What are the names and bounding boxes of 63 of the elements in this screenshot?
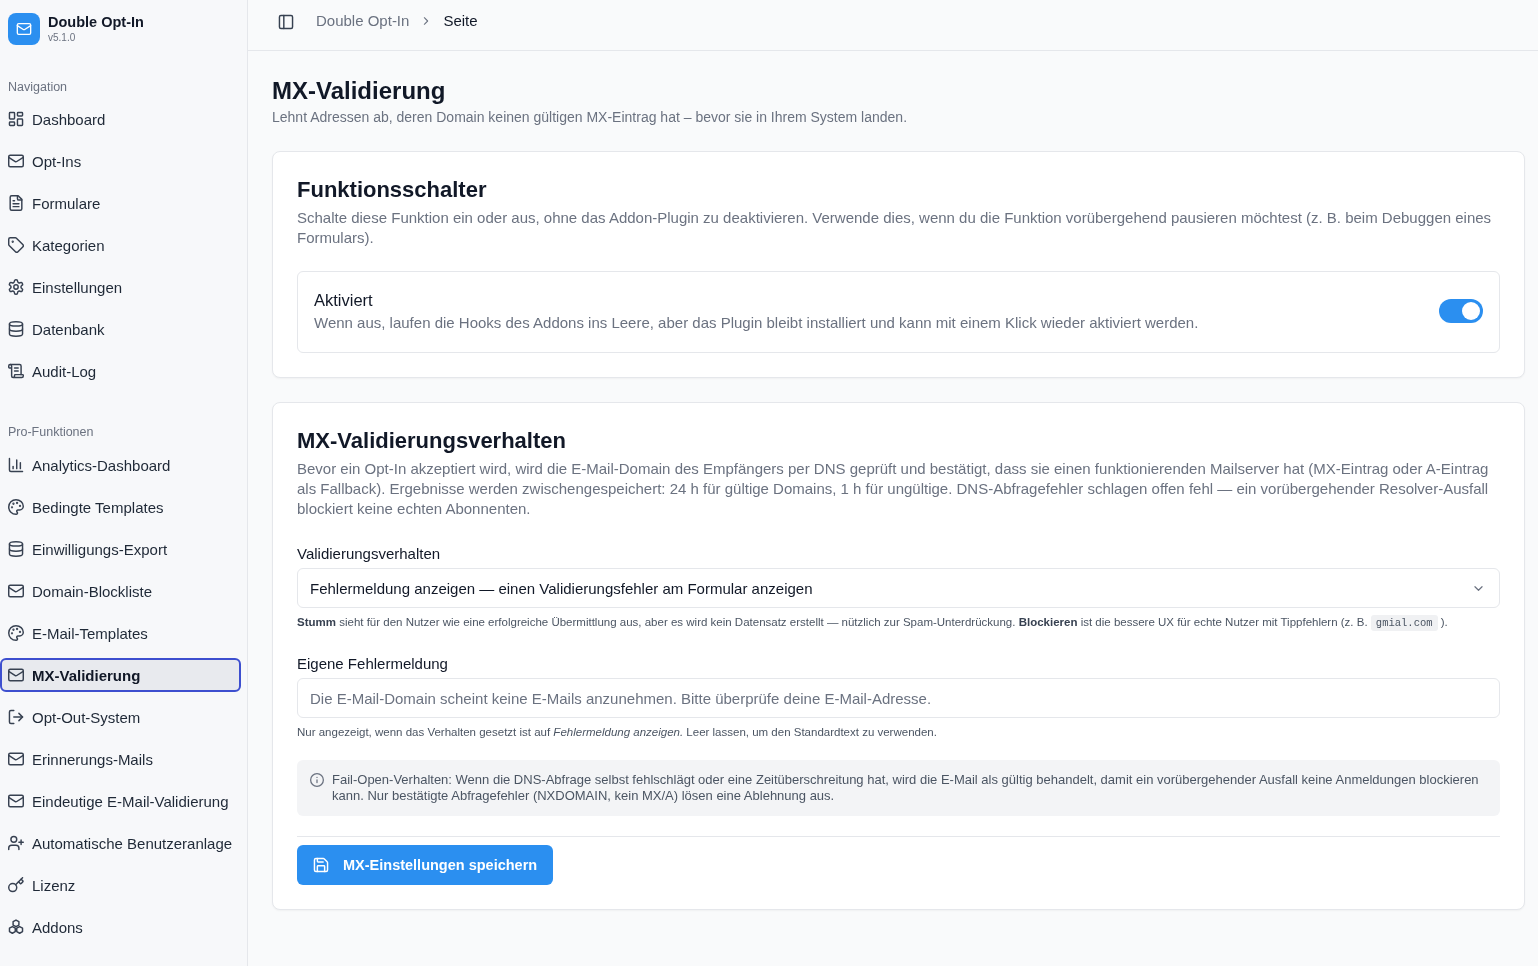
page-subtitle: Lehnt Adressen ab, deren Domain keinen gültigen MX-Eintrag hat – bevor sie in Ihrem System landen. bbox=[272, 108, 909, 127]
sidebar-item[interactable]: Eindeutige E-Mail-Validierung bbox=[0, 784, 241, 818]
dropdown-select[interactable]: Fehlermeldung anzeigen — einen Validierungsfehler am Formular anzeigen bbox=[297, 568, 1500, 608]
toggle-switch[interactable] bbox=[1439, 299, 1483, 323]
cubes-icon bbox=[8, 919, 24, 935]
sidebar-item[interactable]: Einstellungen bbox=[0, 270, 241, 304]
help-text: Stumm sieht für den Nutzer wie eine erfolgreiche Übermittlung aus, aber es wird kein Datensatz erstellt — nützlich zur Spam-Unterdrückung. Blockieren ist die bessere UX für echte Nutzer mit Tippfehlern (z. B. gmial.com ). bbox=[297, 614, 1449, 631]
sidebar-item[interactable]: Analytics-Dashboard bbox=[0, 448, 241, 482]
sidebar-item[interactable]: Automatische Benutzeranlage bbox=[0, 826, 241, 860]
setting-description: Wenn aus, laufen die Hooks des Addons ins Leere, aber das Plugin bleibt installiert und kann mit einem Klick wieder aktiviert werden. bbox=[314, 313, 1200, 333]
key-icon bbox=[8, 877, 24, 893]
breadcrumb-link[interactable]: Double Opt-In bbox=[316, 12, 410, 30]
palette-icon bbox=[8, 625, 24, 641]
envelope-icon bbox=[8, 751, 24, 767]
sidebar-item[interactable]: Erinnerungs-Mails bbox=[0, 742, 241, 776]
card-title: Funktionsschalter bbox=[297, 176, 488, 204]
envelope-icon bbox=[8, 793, 24, 809]
envelope-icon bbox=[8, 667, 24, 683]
setting-label: Aktiviert bbox=[314, 290, 374, 311]
sidebar-item[interactable]: Kategorien bbox=[0, 228, 241, 262]
sidebar-item[interactable]: Audit-Log bbox=[0, 354, 241, 388]
sidebar-item[interactable]: Einwilligungs-Export bbox=[0, 532, 241, 566]
envelope-icon bbox=[8, 153, 24, 169]
breadcrumb-current: Seite bbox=[443, 12, 478, 30]
app-name: Double Opt-In bbox=[48, 13, 144, 31]
field-label: Eigene Fehlermeldung bbox=[297, 654, 449, 674]
bar-chart-icon bbox=[8, 457, 24, 473]
card-description: Bevor ein Opt-In akzeptiert wird, wird die E-Mail-Domain des Empfängers per DNS geprüft und bestätigt, dass sie einen funktionierenden Mailserver hat (MX-Eintrag oder A-Eintrag als Fallback). Ergebnisse werden zwischengespeichert: 24 h für gültige Domains, 1 h für ungültige. DNS-Abfragefehler schlagen offen fehl — ein vorübergehender Resolver-Ausfall blockiert keine echten Abonnenten. bbox=[297, 459, 1490, 519]
sidebar-item[interactable]: E-Mail-Templates bbox=[0, 616, 241, 650]
section-label: Navigation bbox=[7, 79, 69, 96]
card-description: Schalte diese Funktion ein oder aus, ohne das Addon-Plugin zu deaktivieren. Verwende dies, wenn du die Funktion vorübergehend pausieren möchtest (z. B. beim Debuggen eines Formulars). bbox=[297, 208, 1493, 248]
sidebar-item[interactable]: Datenbank bbox=[0, 312, 241, 346]
sidebar-item[interactable]: Bedingte Templates bbox=[0, 490, 241, 524]
card-title: MX-Validierungsverhalten bbox=[297, 427, 567, 455]
database-icon bbox=[8, 321, 24, 337]
app-version: v5.1.0 bbox=[48, 31, 77, 45]
help-text: Nur angezeigt, wenn das Verhalten gesetzt ist auf Fehlermeldung anzeigen. Leer lassen, um den Standardtext zu verwenden. bbox=[297, 725, 938, 740]
envelope-icon bbox=[8, 583, 24, 599]
sidebar-item[interactable]: Opt-Out-System bbox=[0, 700, 241, 734]
tag-icon bbox=[8, 237, 24, 253]
settings-icon bbox=[8, 279, 24, 295]
save-icon bbox=[313, 857, 329, 873]
field-label: Validierungsverhalten bbox=[297, 544, 442, 564]
sidebar-item[interactable]: Formulare bbox=[0, 186, 241, 220]
text-input-field[interactable]: Die E-Mail-Domain scheint keine E-Mails anzunehmen. Bitte überprüfe deine E-Mail-Adresse. bbox=[297, 678, 1500, 718]
sidebar-item[interactable]: Dashboard bbox=[0, 102, 241, 136]
sidebar-item[interactable]: Addons bbox=[0, 910, 241, 944]
envelope-tile-icon bbox=[8, 13, 40, 45]
sidebar-item[interactable]: Lizenz bbox=[0, 868, 241, 902]
info-icon bbox=[310, 773, 324, 787]
layout-grid-icon bbox=[8, 111, 24, 127]
database-icon bbox=[8, 541, 24, 557]
section-label: Pro-Funktionen bbox=[7, 424, 95, 441]
document-icon bbox=[8, 195, 24, 211]
user-plus-icon bbox=[8, 835, 24, 851]
sidebar-item[interactable]: Opt-Ins bbox=[0, 144, 241, 178]
sidebar-toggle-icon[interactable] bbox=[278, 14, 294, 30]
sidebar-item[interactable]: Domain-Blockliste bbox=[0, 574, 241, 608]
palette-icon bbox=[8, 499, 24, 515]
scroll-icon bbox=[8, 363, 24, 379]
page-title: MX-Validierung bbox=[272, 76, 447, 106]
notice-text: Fail-Open-Verhalten: Wenn die DNS-Abfrage selbst fehlschlägt oder eine Zeitüberschreitung hat, wird die E-Mail als gültig behandelt, damit ein vorübergehender Ausfall keine Anmeldungen blockieren kann. Nur bestätigte Abfragefehler (NXDOMAIN, kein MX/A) lösen eine Ablehnung aus. bbox=[332, 772, 1480, 804]
sidebar-item[interactable]: MX-Validierung bbox=[0, 658, 241, 692]
